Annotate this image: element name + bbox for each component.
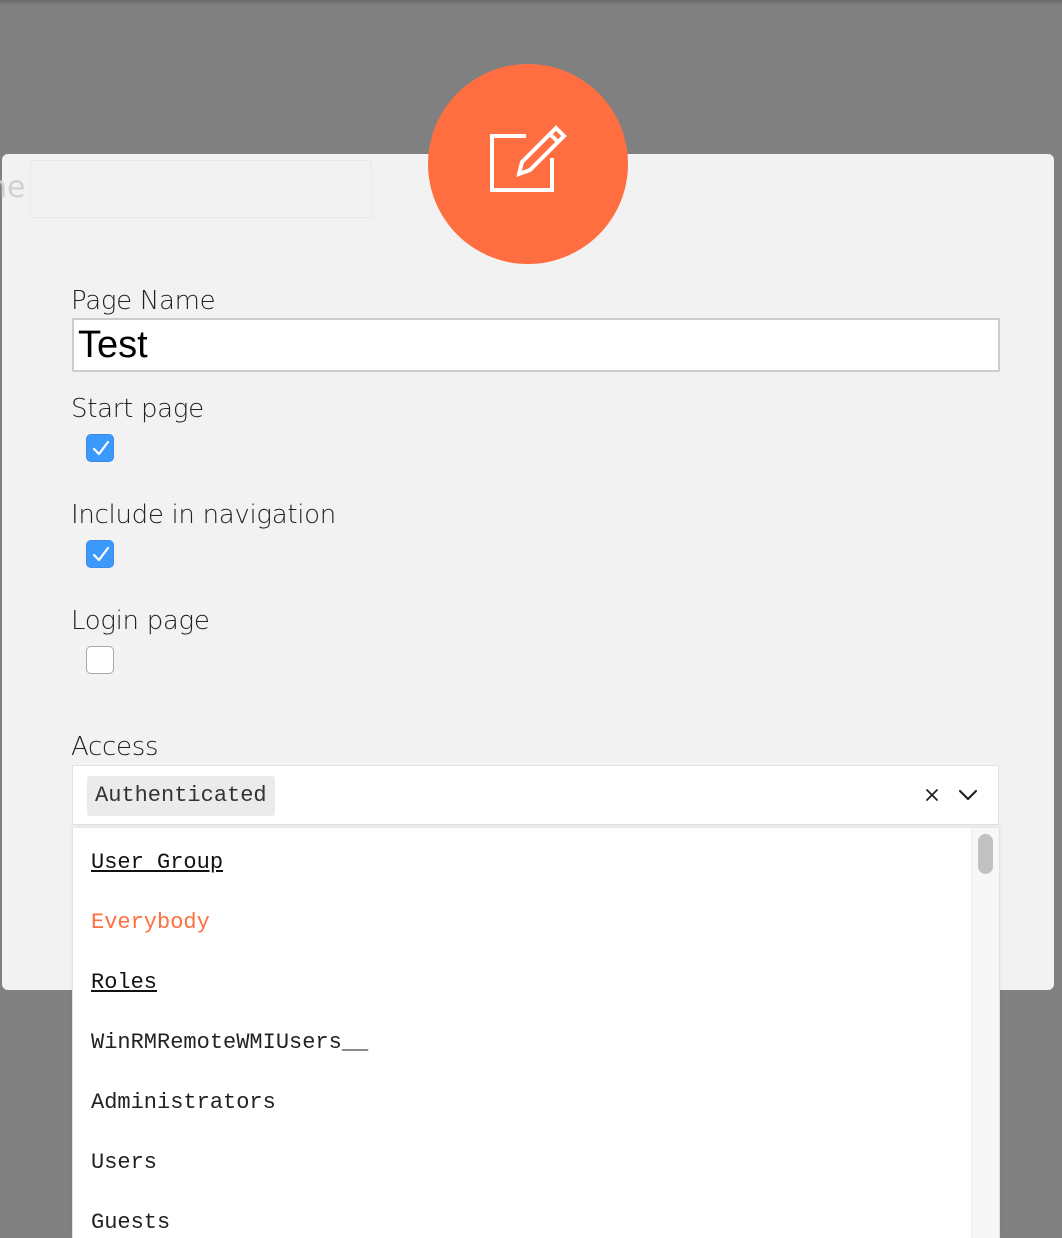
dropdown-option[interactable]: WinRMRemoteWMIUsers__: [91, 1030, 368, 1055]
login-page-checkbox[interactable]: [86, 646, 114, 674]
access-select[interactable]: Authenticated: [72, 765, 999, 825]
access-label: Access: [71, 732, 159, 762]
background-field-text: ne: [0, 170, 26, 205]
access-dropdown-menu: User Group Everybody Roles WinRMRemoteWM…: [72, 828, 1000, 1238]
dropdown-scrollbar[interactable]: [971, 828, 999, 1238]
background-field: [30, 160, 372, 218]
start-page-label: Start page: [71, 394, 204, 424]
include-in-navigation-checkbox[interactable]: [86, 540, 114, 568]
start-page-checkbox[interactable]: [86, 434, 114, 462]
dropdown-option[interactable]: Everybody: [91, 910, 210, 935]
checkmark-icon: [92, 440, 110, 456]
selected-access-chip[interactable]: Authenticated: [87, 776, 275, 816]
dropdown-group-header: User Group: [91, 850, 224, 875]
dropdown-group-header: Roles: [91, 970, 158, 995]
checkmark-icon: [92, 546, 110, 562]
login-page-label: Login page: [71, 606, 210, 636]
top-shadow: [0, 0, 1062, 6]
dropdown-option[interactable]: Administrators: [91, 1090, 276, 1115]
close-icon[interactable]: [923, 786, 941, 804]
scrollbar-thumb[interactable]: [978, 834, 993, 874]
edit-icon: [490, 125, 567, 192]
dropdown-option[interactable]: Guests: [91, 1210, 170, 1235]
include-in-navigation-label: Include in navigation: [71, 500, 336, 530]
dropdown-option[interactable]: Users: [91, 1150, 157, 1175]
edit-badge: [428, 64, 628, 264]
page-name-input[interactable]: [72, 318, 1000, 372]
chevron-down-icon[interactable]: [957, 785, 979, 805]
page-name-label: Page Name: [71, 286, 216, 316]
